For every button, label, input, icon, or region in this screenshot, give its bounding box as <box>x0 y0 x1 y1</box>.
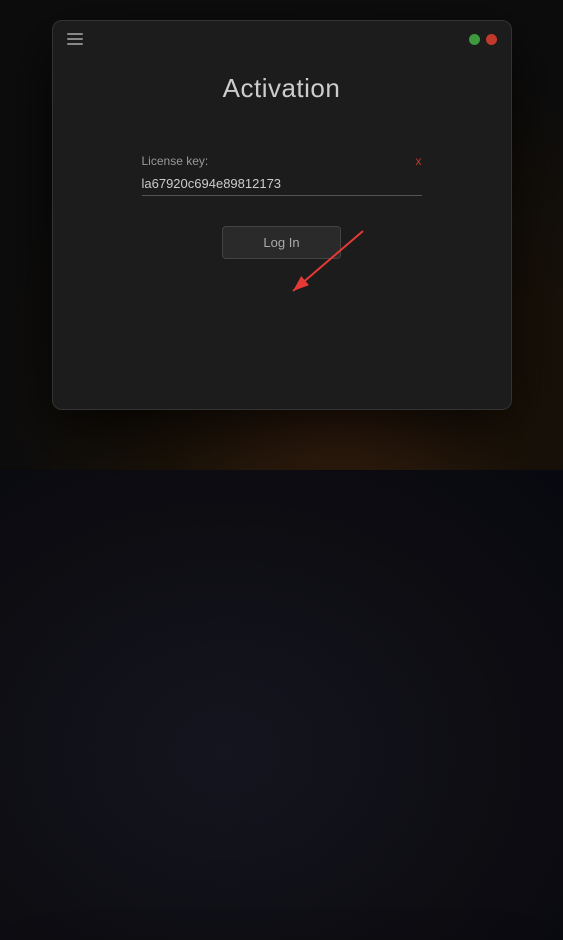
login-button[interactable]: Log In <box>222 226 340 259</box>
activation-content: Activation License key: x Log In <box>53 53 511 279</box>
bottom-panel: EFT INTERNAL ℹ Status Undetected ⏱ Expir… <box>0 470 563 940</box>
license-label-row: License key: x <box>142 154 422 168</box>
window-controls-top <box>469 34 497 45</box>
dot-green-top[interactable] <box>469 34 480 45</box>
titlebar-top <box>53 21 511 53</box>
license-input[interactable] <box>142 172 422 196</box>
license-label: License key: <box>142 154 209 168</box>
activation-title: Activation <box>223 73 341 104</box>
activation-window: Activation License key: x Log In <box>52 20 512 410</box>
top-panel: Activation License key: x Log In <box>0 0 563 470</box>
license-form-group: License key: x <box>142 154 422 196</box>
dot-red-top[interactable] <box>486 34 497 45</box>
menu-icon[interactable] <box>67 33 83 45</box>
license-clear-button[interactable]: x <box>416 154 422 168</box>
